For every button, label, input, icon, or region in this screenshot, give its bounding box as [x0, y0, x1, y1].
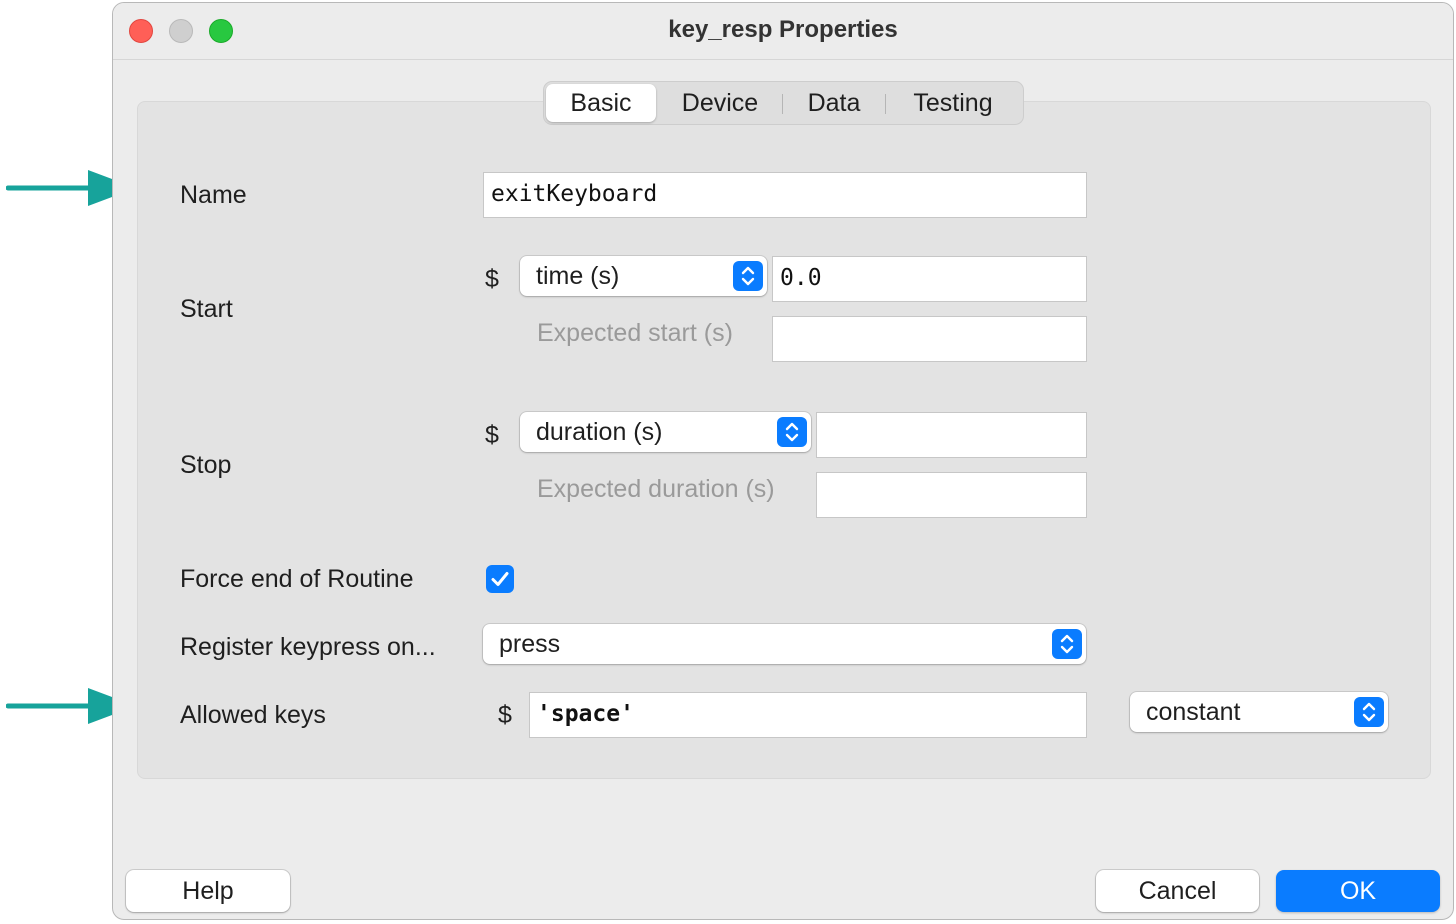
chevron-up-down-icon — [733, 261, 763, 291]
start-type-select[interactable]: time (s) — [520, 256, 767, 296]
expected-start-label: Expected start (s) — [537, 319, 733, 347]
window-title: key_resp Properties — [668, 16, 898, 43]
help-button[interactable]: Help — [126, 870, 290, 912]
register-keypress-value: press — [499, 630, 561, 658]
tab-separator — [782, 94, 783, 114]
expected-duration-input[interactable] — [816, 472, 1087, 518]
properties-dialog: key_resp Properties Basic Device Data Te… — [112, 2, 1454, 920]
tab-separator — [885, 94, 886, 114]
allowed-keys-label: Allowed keys — [180, 701, 326, 729]
allowed-keys-input[interactable]: 'space' — [529, 692, 1087, 738]
checkmark-icon — [491, 572, 509, 586]
stop-code-indicator: $ — [485, 421, 499, 449]
register-keypress-select[interactable]: press — [483, 624, 1086, 664]
start-value-input[interactable]: 0.0 — [772, 256, 1087, 302]
start-type-value: time (s) — [536, 262, 620, 290]
title-bar: key_resp Properties — [113, 3, 1453, 60]
register-keypress-label: Register keypress on... — [180, 633, 436, 661]
cancel-button[interactable]: Cancel — [1096, 870, 1259, 912]
force-end-label: Force end of Routine — [180, 565, 414, 593]
stop-label: Stop — [180, 451, 232, 479]
tab-device[interactable]: Device — [660, 84, 780, 122]
stop-type-select[interactable]: duration (s) — [520, 412, 811, 452]
stop-value-input[interactable] — [816, 412, 1087, 458]
name-input[interactable]: exitKeyboard — [483, 172, 1087, 218]
allowed-keys-update-select[interactable]: constant — [1130, 692, 1388, 732]
tab-data[interactable]: Data — [786, 84, 882, 122]
allowed-keys-update-value: constant — [1146, 698, 1241, 726]
chevron-up-down-icon — [1354, 697, 1384, 727]
stop-type-value: duration (s) — [536, 418, 663, 446]
expected-duration-label: Expected duration (s) — [537, 475, 775, 503]
force-end-checkbox[interactable] — [486, 565, 514, 593]
expected-start-input[interactable] — [772, 316, 1087, 362]
start-code-indicator: $ — [485, 265, 499, 293]
tab-testing[interactable]: Testing — [888, 84, 1018, 122]
chevron-up-down-icon — [1052, 629, 1082, 659]
chevron-up-down-icon — [777, 417, 807, 447]
start-label: Start — [180, 295, 233, 323]
ok-button[interactable]: OK — [1276, 870, 1440, 912]
allowed-keys-code-indicator: $ — [498, 701, 512, 729]
tab-bar: Basic Device Data Testing — [543, 81, 1024, 125]
tab-basic[interactable]: Basic — [546, 84, 656, 122]
name-label: Name — [180, 181, 247, 209]
